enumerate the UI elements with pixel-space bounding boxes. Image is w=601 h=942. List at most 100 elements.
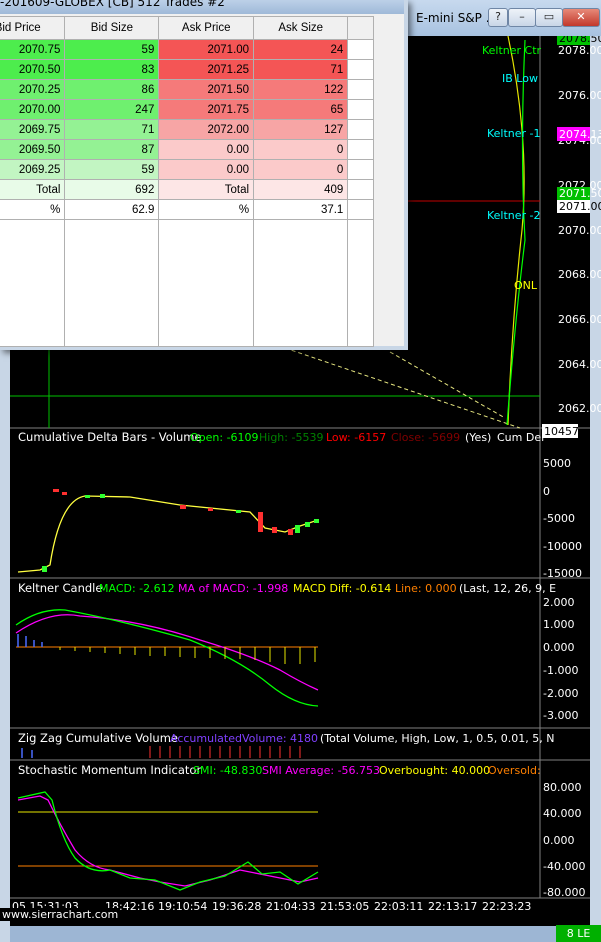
delta-top-tag: 10457 xyxy=(544,425,579,438)
price-axis-label: 2064.00 xyxy=(558,358,601,371)
bid-size-cell[interactable]: 71 xyxy=(64,119,160,140)
dom-empty-area xyxy=(0,219,374,347)
ask-size-cell[interactable]: 65 xyxy=(253,99,349,120)
ask-size-cell[interactable]: 0 xyxy=(253,159,349,180)
macd-axis-label: 1.000 xyxy=(543,618,575,631)
sierrachart-link[interactable]: www.sierrachart.com xyxy=(0,908,121,921)
ib-low-label: IB Low xyxy=(502,72,538,85)
empty-cell xyxy=(64,219,160,347)
pct-label: % xyxy=(158,199,255,220)
bid-price-cell[interactable]: 2069.25 xyxy=(0,159,66,180)
smi-axis-label: 40.000 xyxy=(543,807,582,820)
right-window-border xyxy=(590,36,601,942)
blank-cell xyxy=(347,159,374,180)
keltner-1-label: Keltner -1 xyxy=(487,127,541,140)
bid-size-cell[interactable]: 247 xyxy=(64,99,160,120)
ask-price-cell[interactable]: 0.00 xyxy=(158,139,255,160)
dom-window[interactable]: -201609-GLOBEX [CB] 512 Trades #2 Bid Pr… xyxy=(0,0,408,350)
smi-oversold: Oversold: xyxy=(488,764,541,777)
zigzag-panel-title: Zig Zag Cumulative Volume xyxy=(18,731,178,745)
ask-size-cell[interactable]: 127 xyxy=(253,119,349,140)
time-label: 19:10:54 xyxy=(158,900,207,913)
bid-price-cell[interactable]: 2069.75 xyxy=(0,119,66,140)
help-button[interactable]: ? xyxy=(488,8,508,27)
bid-pct: 62.9 xyxy=(64,199,160,220)
dom-title-bar[interactable]: -201609-GLOBEX [CB] 512 Trades #2 xyxy=(0,0,404,14)
bid-size-cell[interactable]: 83 xyxy=(64,59,160,80)
restore-button[interactable]: ▭ xyxy=(535,8,563,27)
zigzag-acc: AccumulatedVolume: 4180 xyxy=(170,732,318,745)
dom-row[interactable]: 2070.75 59 2071.00 24 xyxy=(0,39,374,60)
bid-price-cell[interactable]: 2070.25 xyxy=(0,79,66,100)
bid-total: 692 xyxy=(64,179,160,200)
blank-cell xyxy=(347,39,374,60)
dom-row[interactable]: 2070.50 83 2071.25 71 xyxy=(0,59,374,80)
macd-panel-title: Keltner Candle xyxy=(18,581,102,595)
macd-axis-label: -1.000 xyxy=(543,664,578,677)
blank-cell xyxy=(347,79,374,100)
time-label: 21:04:33 xyxy=(266,900,315,913)
header-bid-size[interactable]: Bid Size xyxy=(64,16,160,40)
delta-cum: Cum Del xyxy=(497,431,544,444)
smi-overbought: Overbought: 40.000 xyxy=(379,764,490,777)
ask-price-cell[interactable]: 2071.00 xyxy=(158,39,255,60)
ask-size-cell[interactable]: 71 xyxy=(253,59,349,80)
bid-size-cell[interactable]: 87 xyxy=(64,139,160,160)
bid-size-cell[interactable]: 59 xyxy=(64,39,160,60)
bid-price-cell[interactable]: 2070.50 xyxy=(0,59,66,80)
header-bid-price[interactable]: Bid Price xyxy=(0,16,66,40)
time-label: 22:23:23 xyxy=(482,900,531,913)
chart-title-bar[interactable]: E-mini S&P ... ? – ▭ ✕ xyxy=(408,0,601,36)
smi-axis-label: -80.000 xyxy=(543,886,585,899)
time-label: 19:36:28 xyxy=(212,900,261,913)
close-button[interactable]: ✕ xyxy=(562,8,600,27)
price-tag-white: 2071.00 xyxy=(559,200,601,213)
time-label: 22:03:11 xyxy=(374,900,423,913)
keltner-ctr-label: Keltner Ctr xyxy=(482,44,542,57)
dom-row[interactable]: 2070.00 247 2071.75 65 xyxy=(0,99,374,120)
bid-price-cell[interactable]: 2070.75 xyxy=(0,39,66,60)
dom-row[interactable]: 2070.25 86 2071.50 122 xyxy=(0,79,374,100)
macd-axis-label: 2.000 xyxy=(543,596,575,609)
dom-table[interactable]: Bid Price Bid Size Ask Price Ask Size 20… xyxy=(0,16,374,347)
ask-price-cell[interactable]: 0.00 xyxy=(158,159,255,180)
bid-size-cell[interactable]: 86 xyxy=(64,79,160,100)
smi-axis-label: 0.000 xyxy=(543,834,575,847)
ask-price-cell[interactable]: 2071.25 xyxy=(158,59,255,80)
price-tag-green: 2071.50 xyxy=(559,187,601,200)
header-ask-price[interactable]: Ask Price xyxy=(158,16,255,40)
ask-price-cell[interactable]: 2071.50 xyxy=(158,79,255,100)
macd-axis-label: -3.000 xyxy=(543,709,578,722)
blank-cell xyxy=(347,99,374,120)
minimize-button[interactable]: – xyxy=(508,8,536,27)
time-label: 22:13:17 xyxy=(428,900,477,913)
bid-price-cell[interactable]: 2070.00 xyxy=(0,99,66,120)
macd-diff: MACD Diff: -0.614 xyxy=(293,582,391,595)
macd-params: (Last, 12, 26, 9, E xyxy=(459,582,556,595)
blank-cell xyxy=(347,199,374,220)
delta-close: Close: -5699 xyxy=(391,431,460,444)
price-axis-label: 2078.00 xyxy=(558,44,601,57)
ask-price-cell[interactable]: 2071.75 xyxy=(158,99,255,120)
delta-axis-label: 0 xyxy=(543,485,550,498)
header-blank xyxy=(347,16,374,40)
header-ask-size[interactable]: Ask Size xyxy=(253,16,349,40)
dom-total-row: Total 692 Total 409 xyxy=(0,179,374,200)
smi-axis-label: -40.000 xyxy=(543,860,585,873)
ask-price-cell[interactable]: 2072.00 xyxy=(158,119,255,140)
dom-row[interactable]: 2069.50 87 0.00 0 xyxy=(0,139,374,160)
dom-row[interactable]: 2069.75 71 2072.00 127 xyxy=(0,119,374,140)
ask-size-cell[interactable]: 122 xyxy=(253,79,349,100)
blank-cell xyxy=(347,179,374,200)
status-badge: 8 LE xyxy=(556,925,601,942)
ask-size-cell[interactable]: 0 xyxy=(253,139,349,160)
delta-axis-label: 5000 xyxy=(543,457,571,470)
blank-cell xyxy=(347,119,374,140)
price-tag-magenta: 2074.13 xyxy=(559,128,601,141)
bid-price-cell[interactable]: 2069.50 xyxy=(0,139,66,160)
empty-cell xyxy=(158,219,255,347)
delta-high: High: -5539 xyxy=(259,431,323,444)
bid-size-cell[interactable]: 59 xyxy=(64,159,160,180)
ask-size-cell[interactable]: 24 xyxy=(253,39,349,60)
dom-row[interactable]: 2069.25 59 0.00 0 xyxy=(0,159,374,180)
